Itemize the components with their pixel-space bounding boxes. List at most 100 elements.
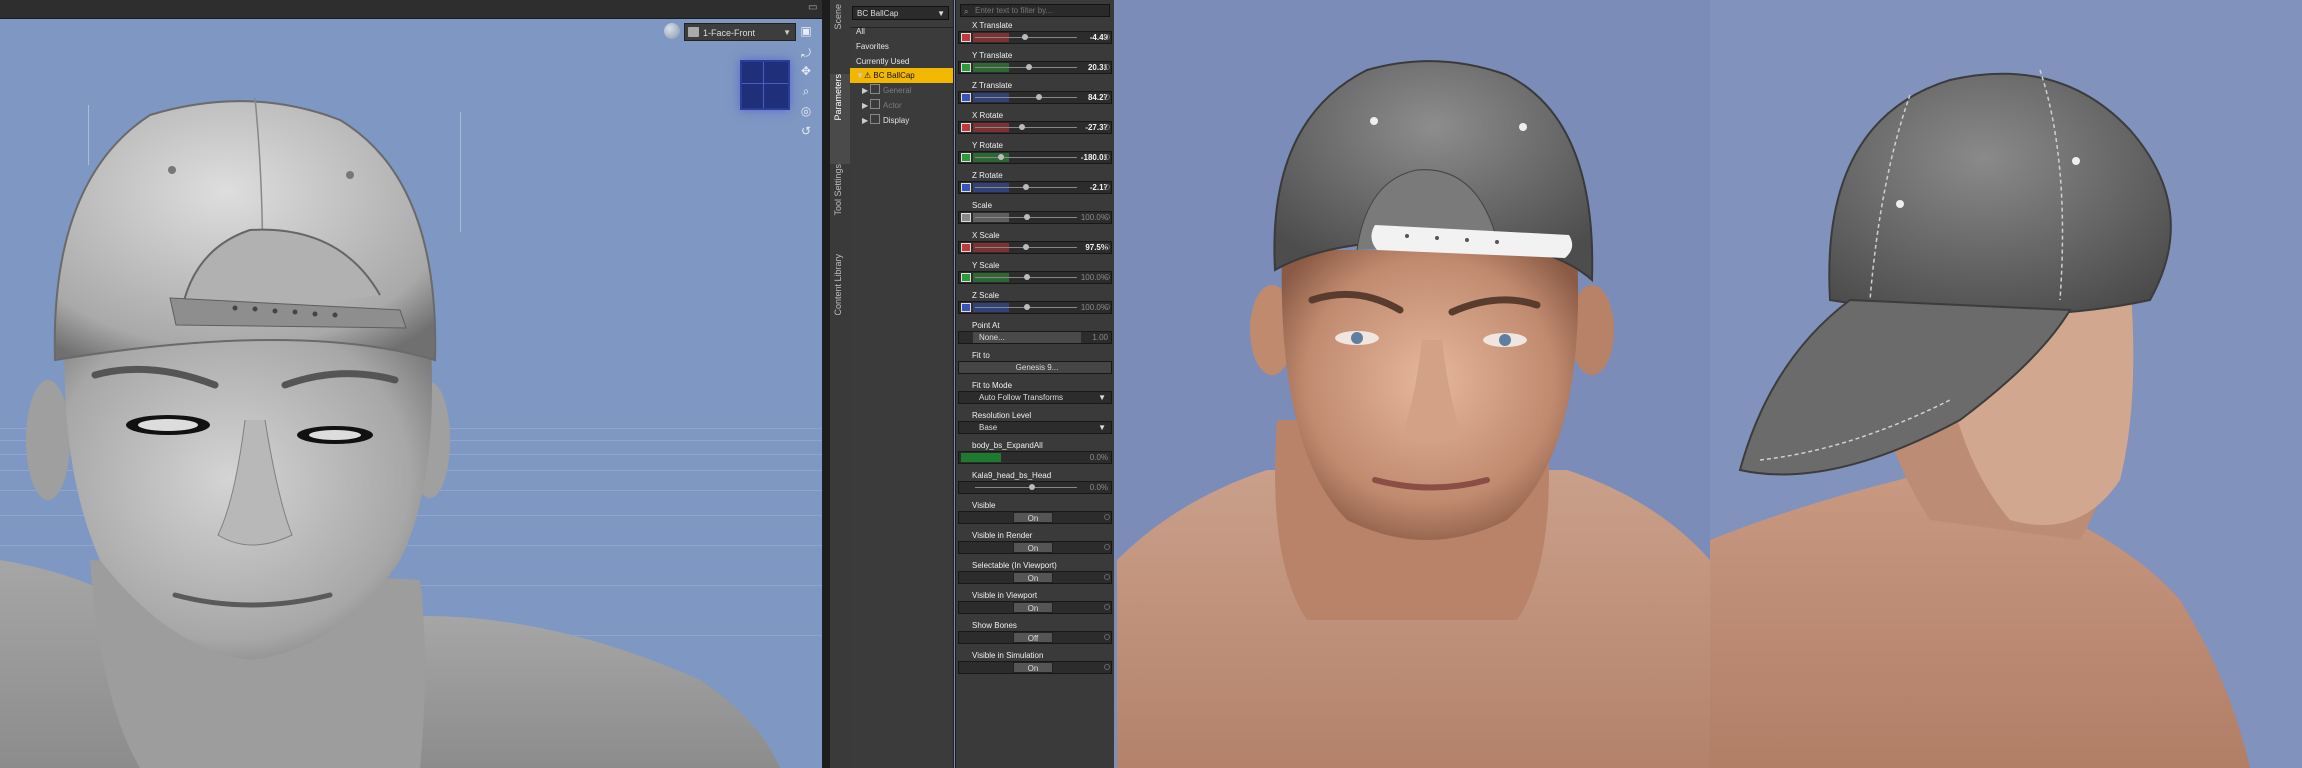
navigation-cube[interactable] <box>740 60 790 110</box>
property-group-tree: BC BallCap ▼ All Favorites Currently Use… <box>850 0 954 768</box>
param-slider[interactable]: 84.27 <box>958 91 1112 104</box>
slider-knob[interactable] <box>1036 94 1043 100</box>
expand-icon[interactable]: ▶ <box>862 98 870 113</box>
toggle-switch[interactable]: On <box>958 601 1112 614</box>
scale-z-icon[interactable] <box>961 303 971 312</box>
rotate-y-icon[interactable] <box>961 153 971 162</box>
morph-slider[interactable]: 0.0% <box>958 481 1112 494</box>
param-slider[interactable]: 100.0% <box>958 301 1112 314</box>
camera-select[interactable]: 1-Face-Front ▼ <box>684 23 796 41</box>
param-slider[interactable]: -2.17 <box>958 181 1112 194</box>
param-slider[interactable]: 97.5% <box>958 241 1112 254</box>
param-keyframe-icon[interactable] <box>1104 574 1110 580</box>
tree-item-currently-used[interactable]: Currently Used <box>850 54 953 69</box>
toggle-value: On <box>1013 512 1053 523</box>
param-keyframe-icon[interactable] <box>1104 274 1110 280</box>
tree-item-display[interactable]: ▶ Display <box>850 113 953 128</box>
viewport-model-head[interactable] <box>0 0 822 768</box>
param-keyframe-icon[interactable] <box>1104 214 1110 220</box>
globe-icon[interactable] <box>664 23 680 39</box>
point-at-value: None... <box>979 333 1005 342</box>
param-label: Y Translate <box>972 51 1013 60</box>
tab-scene[interactable]: Scene <box>830 4 850 74</box>
tree-item-general[interactable]: ▶ General <box>850 83 953 98</box>
orbit-icon[interactable]: ⤾ <box>798 46 814 60</box>
tree-item-all[interactable]: All <box>850 24 953 39</box>
param-slider[interactable]: 20.31 <box>958 61 1112 74</box>
toggle-value: On <box>1013 572 1053 583</box>
param-label: Fit to <box>972 351 990 360</box>
param-slider[interactable]: -4.49 <box>958 31 1112 44</box>
param-keyframe-icon[interactable] <box>1104 304 1110 310</box>
slider-knob[interactable] <box>1024 214 1030 220</box>
slider-knob[interactable] <box>1026 64 1033 70</box>
point-at-extra: 1.00 <box>1092 333 1108 342</box>
toggle-switch[interactable]: On <box>958 511 1112 524</box>
param-keyframe-icon[interactable] <box>1104 184 1110 190</box>
tab-tool-settings[interactable]: Tool Settings <box>830 164 850 254</box>
toggle-switch[interactable]: On <box>958 541 1112 554</box>
param-keyframe-icon[interactable] <box>1104 154 1110 160</box>
tree-item-favorites[interactable]: Favorites <box>850 39 953 54</box>
param-keyframe-icon[interactable] <box>1104 664 1110 670</box>
move-icon[interactable]: ✥ <box>798 64 814 78</box>
param-label: X Scale <box>972 231 1000 240</box>
param-keyframe-icon[interactable] <box>1104 514 1110 520</box>
param-slider[interactable]: -27.37 <box>958 121 1112 134</box>
slider-knob[interactable] <box>998 154 1004 160</box>
side-tab-strip: Scene Parameters Tool Settings Content L… <box>830 0 851 768</box>
scale-x-icon[interactable] <box>961 243 971 252</box>
move-x-icon[interactable] <box>961 33 971 42</box>
slider-knob[interactable] <box>1022 184 1029 190</box>
tree-item-bc-ballcap[interactable]: ▼⚠ BC BallCap <box>850 68 953 83</box>
frame-icon[interactable]: ◎ <box>798 104 814 118</box>
fit-to-mode-select[interactable]: Auto Follow Transforms ▼ <box>958 391 1112 404</box>
param-keyframe-icon[interactable] <box>1104 244 1110 250</box>
expand-icon[interactable]: ▶ <box>862 113 870 128</box>
tab-content-library[interactable]: Content Library <box>830 254 850 354</box>
tab-parameters[interactable]: Parameters <box>830 74 850 164</box>
rotate-z-icon[interactable] <box>961 183 971 192</box>
point-at-field[interactable]: None... 1.00 <box>958 331 1112 344</box>
resolution-level-select[interactable]: Base ▼ <box>958 421 1112 434</box>
slider-knob[interactable] <box>1022 244 1029 250</box>
param-keyframe-icon[interactable] <box>1104 64 1110 70</box>
move-y-icon[interactable] <box>961 63 971 72</box>
scale-y-icon[interactable] <box>961 273 971 282</box>
param-label: X Translate <box>972 21 1013 30</box>
slider-knob[interactable] <box>1024 274 1030 280</box>
param-slider[interactable]: 100.0% <box>958 211 1112 224</box>
expand-icon[interactable]: ▶ <box>862 83 870 98</box>
toggle-switch[interactable]: Off <box>958 631 1112 644</box>
param-keyframe-icon[interactable] <box>1104 94 1110 100</box>
rotate-x-icon[interactable] <box>961 123 971 132</box>
param-keyframe-icon[interactable] <box>1104 604 1110 610</box>
tree-item-actor[interactable]: ▶ Actor <box>850 98 953 113</box>
fit-to-button[interactable]: Genesis 9... <box>958 361 1112 374</box>
param-keyframe-icon[interactable] <box>1104 34 1110 40</box>
slider-knob[interactable] <box>1021 34 1028 40</box>
slider-knob[interactable] <box>1024 304 1030 310</box>
morph-slider[interactable]: 0.0% <box>958 451 1112 464</box>
toggle-switch[interactable]: On <box>958 571 1112 584</box>
param-slider[interactable]: 100.0% <box>958 271 1112 284</box>
node-select[interactable]: BC BallCap ▼ <box>852 6 949 20</box>
slider-knob[interactable] <box>1018 124 1025 130</box>
param-search-input[interactable]: ⌕ Enter text to filter by... <box>960 4 1110 17</box>
reset-icon[interactable]: ↺ <box>798 124 814 138</box>
param-keyframe-icon[interactable] <box>1104 634 1110 640</box>
3d-viewport[interactable]: ▭ 1-Face-Front ▼ ▣ ⤾ ✥ ⌕ ◎ ↺ <box>0 0 822 768</box>
param-slider[interactable]: -180.01 <box>958 151 1112 164</box>
move-z-icon[interactable] <box>961 93 971 102</box>
param-label: Z Rotate <box>972 171 1003 180</box>
param-visible-in-render: Visible in Render On <box>958 530 1112 558</box>
param-keyframe-icon[interactable] <box>1104 124 1110 130</box>
pan-icon[interactable]: ▣ <box>798 24 814 38</box>
zoom-icon[interactable]: ⌕ <box>798 84 814 98</box>
scale-icon[interactable] <box>961 213 971 222</box>
toggle-switch[interactable]: On <box>958 661 1112 674</box>
pane-divider[interactable] <box>822 0 830 768</box>
param-keyframe-icon[interactable] <box>1104 544 1110 550</box>
chevron-down-icon: ▼ <box>783 28 791 37</box>
expand-icon[interactable]: ▼ <box>856 68 864 83</box>
